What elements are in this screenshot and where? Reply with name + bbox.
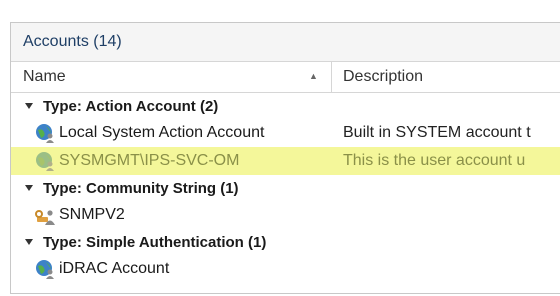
account-name: SYSMGMT\IPS-SVC-OM xyxy=(59,152,240,169)
accounts-list: Type: Action Account (2) Local System Ac… xyxy=(11,93,560,283)
column-header-name-label: Name xyxy=(23,68,66,85)
group-action-account[interactable]: Type: Action Account (2) xyxy=(11,93,560,119)
globe-user-icon xyxy=(36,124,54,143)
accounts-panel: Accounts (14) Name ▲ Description Type: A… xyxy=(10,22,560,294)
collapse-caret-icon[interactable] xyxy=(25,102,33,110)
panel-header: Accounts (14) xyxy=(11,23,560,62)
group-label: Type: Action Account (2) xyxy=(43,97,219,115)
group-simple-authentication[interactable]: Type: Simple Authentication (1) xyxy=(11,229,560,255)
collapse-caret-icon[interactable] xyxy=(25,184,33,192)
account-name: iDRAC Account xyxy=(59,260,170,277)
account-description: This is the user account u xyxy=(343,152,526,169)
globe-user-icon xyxy=(36,152,54,171)
account-name: SNMPV2 xyxy=(59,206,125,223)
list-item[interactable]: Local System Action Account Built in SYS… xyxy=(11,119,560,147)
collapse-caret-icon[interactable] xyxy=(25,238,33,246)
column-header-row: Name ▲ Description xyxy=(11,62,560,93)
group-label: Type: Simple Authentication (1) xyxy=(43,233,267,251)
key-user-icon xyxy=(35,210,55,225)
panel-title: Accounts (14) xyxy=(23,33,122,50)
group-community-string[interactable]: Type: Community String (1) xyxy=(11,175,560,201)
globe-user-icon xyxy=(36,260,54,279)
column-header-description-label: Description xyxy=(343,68,424,85)
account-name: Local System Action Account xyxy=(59,124,265,141)
list-item[interactable]: iDRAC Account xyxy=(11,255,560,283)
list-item-selected[interactable]: SYSMGMT\IPS-SVC-OM This is the user acco… xyxy=(11,147,560,175)
account-description: Built in SYSTEM account t xyxy=(343,124,531,141)
column-header-name[interactable]: Name ▲ xyxy=(11,62,331,92)
group-label: Type: Community String (1) xyxy=(43,179,239,197)
column-header-description[interactable]: Description xyxy=(332,68,423,86)
list-item[interactable]: SNMPV2 xyxy=(11,201,560,229)
sort-ascending-icon: ▲ xyxy=(309,71,318,81)
